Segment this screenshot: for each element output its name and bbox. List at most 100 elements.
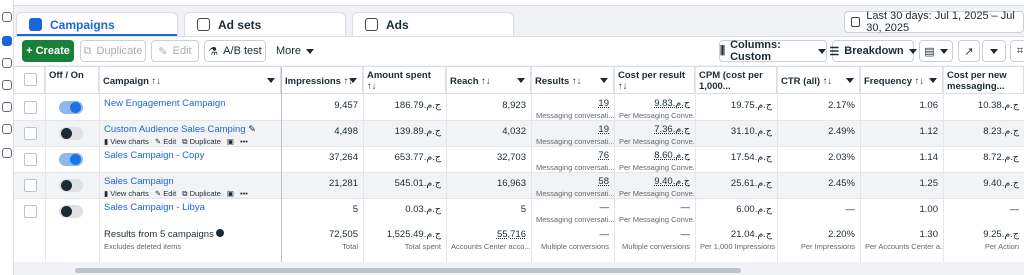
totals-impressions: 72,505 Total xyxy=(281,224,363,258)
row-checkbox[interactable] xyxy=(24,101,37,114)
tab-label: Campaigns xyxy=(50,17,115,32)
row-checkbox[interactable] xyxy=(24,153,37,166)
cpm-value: 31.10ج.م.‏ xyxy=(730,126,772,137)
table-row[interactable]: Custom Audience Sales Camping ✎ ▮ View ch… xyxy=(14,121,1024,147)
export-menu-button[interactable] xyxy=(982,40,1006,62)
campaigns-icon xyxy=(29,18,42,31)
cpm-cell: 6.00ج.م.‏ xyxy=(695,199,777,225)
results-sub: Messaging conversati... xyxy=(536,137,614,146)
campaign-toggle[interactable] xyxy=(59,153,83,166)
header-cpm[interactable]: CPM (cost per 1,000... xyxy=(695,67,777,94)
cpr-value: 9.83ج.م.‏ xyxy=(654,98,690,109)
image-icon[interactable]: ▣ xyxy=(227,189,234,199)
nav-icon[interactable] xyxy=(2,12,12,22)
table-row[interactable]: New Engagement Campaign 9,457 186.79ج.م.‏ 8… xyxy=(14,95,1024,121)
row-checkbox[interactable] xyxy=(24,179,37,192)
duplicate-button[interactable]: ⧉ Duplicate xyxy=(80,40,146,62)
image-icon[interactable]: ▣ xyxy=(227,137,234,147)
more-actions-icon[interactable]: ••• xyxy=(240,189,248,199)
header-results[interactable]: Results ↑↓ xyxy=(531,67,614,94)
header-cost-per-new-messaging[interactable]: Cost per new messaging... xyxy=(943,67,1024,94)
select-all-checkbox[interactable] xyxy=(24,73,37,86)
export-button[interactable]: ↗ xyxy=(958,40,980,62)
view-charts-link[interactable]: ▮ View charts xyxy=(104,137,149,147)
campaign-name-link[interactable]: Sales Campaign - Copy xyxy=(104,150,204,161)
row-checkbox[interactable] xyxy=(24,127,37,140)
frequency-value: 1.00 xyxy=(919,204,939,215)
tab-ad-sets[interactable]: Ad sets xyxy=(184,12,346,36)
results-value: 19 xyxy=(598,98,609,109)
edit-label: Edit xyxy=(163,137,177,146)
table-row[interactable]: Sales Campaign - Copy 37,264 653.77ج.م.‏ 32… xyxy=(14,147,1024,173)
results-value: 19 xyxy=(598,124,609,135)
tab-campaigns[interactable]: Campaigns xyxy=(16,12,178,36)
ctr-value: 2.45% xyxy=(828,178,855,189)
cpm-cell: 19.75ج.م.‏ xyxy=(695,95,777,121)
campaign-name-link[interactable]: Sales Campaign xyxy=(104,176,174,187)
columns-button[interactable]: ⫼ Columns: Custom xyxy=(719,39,827,63)
totals-value: 9.25ج.م.‏ xyxy=(983,229,1019,240)
amount-value: 139.89ج.م.‏ xyxy=(394,126,441,137)
header-impressions[interactable]: Impressions ↑↓ xyxy=(281,67,363,94)
tab-ads[interactable]: Ads xyxy=(352,12,514,36)
edit-link[interactable]: ✎ Edit xyxy=(155,189,176,199)
results-cell: 19 Messaging conversati... xyxy=(531,121,614,147)
view-charts-label: View charts xyxy=(110,137,149,146)
cpm-cell: 25.61ج.م.‏ xyxy=(695,173,777,199)
campaign-name-link[interactable]: Custom Audience Sales Camping xyxy=(104,124,246,135)
table-row[interactable]: Sales Campaign ▮ View charts ✎ Edit ⧉ Dupli… xyxy=(14,173,1024,199)
horizontal-scrollbar[interactable] xyxy=(75,268,741,273)
reports-button[interactable]: ▤ xyxy=(919,40,953,62)
info-icon[interactable] xyxy=(216,229,225,237)
pencil-icon[interactable]: ✎ xyxy=(248,124,256,135)
frequency-cell: 1.12 xyxy=(860,121,943,147)
nav-icon[interactable] xyxy=(2,148,12,158)
header-cost-per-result[interactable]: Cost per result ↑↓ xyxy=(614,67,695,94)
header-onoff[interactable]: Off / On xyxy=(45,67,99,94)
ctr-cell: 2.49% xyxy=(777,121,860,147)
edit-link[interactable]: ✎ Edit xyxy=(155,137,176,147)
level-tabs: Campaigns Ad sets Ads xyxy=(16,12,514,36)
campaign-toggle[interactable] xyxy=(59,205,83,218)
campaigns-nav-icon[interactable] xyxy=(2,36,12,46)
ctr-value: 2.03% xyxy=(828,152,855,163)
ctr-cell: — xyxy=(777,199,860,225)
cpr-value: 8.60ج.م.‏ xyxy=(654,150,690,161)
more-button[interactable]: More xyxy=(272,40,318,62)
cpr-sub: Per Messaging Conve... xyxy=(619,215,695,224)
campaign-name-link[interactable]: Sales Campaign - Libya xyxy=(104,202,205,213)
nav-icon[interactable] xyxy=(2,102,12,112)
more-actions-icon[interactable]: ••• xyxy=(240,137,248,147)
reach-cell: 16,963 xyxy=(446,173,531,199)
chevron-down-icon xyxy=(306,48,315,54)
cpr-sub: Per Messaging Conve... xyxy=(619,137,695,146)
campaign-name-link[interactable]: New Engagement Campaign xyxy=(104,98,225,109)
reach-value: 32,703 xyxy=(496,152,526,163)
ab-test-button[interactable]: ⚗ A/B test xyxy=(204,40,266,62)
create-button[interactable]: + Create xyxy=(22,40,74,62)
header-label: CTR (all) ↑↓ xyxy=(781,76,833,87)
breakdown-button[interactable]: ☰ Breakdown xyxy=(829,40,917,62)
row-checkbox[interactable] xyxy=(24,205,37,218)
campaign-toggle[interactable] xyxy=(59,101,83,114)
totals-value: — xyxy=(680,229,691,240)
nav-icon[interactable] xyxy=(2,80,12,90)
nav-icon[interactable] xyxy=(2,124,12,134)
col-divider xyxy=(531,67,532,262)
edit-button[interactable]: ✎ Edit xyxy=(151,40,199,62)
date-range-picker[interactable]: Last 30 days: Jul 1, 2025 – Jul 30, 2025 xyxy=(844,10,1024,34)
header-ctr[interactable]: CTR (all) ↑↓ xyxy=(777,67,860,94)
nav-icon[interactable] xyxy=(2,58,12,68)
campaign-toggle[interactable] xyxy=(59,179,83,192)
edit-label: Edit xyxy=(172,45,192,57)
duplicate-link[interactable]: ⧉ Duplicate xyxy=(182,137,221,147)
header-campaign[interactable]: Campaign ↑↓ xyxy=(99,67,281,94)
chart-button[interactable]: ⌗ xyxy=(1010,40,1024,62)
view-charts-link[interactable]: ▮ View charts xyxy=(104,189,149,199)
header-reach[interactable]: Reach ↑↓ xyxy=(446,67,531,94)
header-amount-spent[interactable]: Amount spent ↑↓ xyxy=(363,67,446,94)
table-row[interactable]: Sales Campaign - Libya 5 0.03ج.م.‏ 5 — Messag… xyxy=(14,199,1024,225)
duplicate-link[interactable]: ⧉ Duplicate xyxy=(182,189,221,199)
header-frequency[interactable]: Frequency ↑↓ xyxy=(860,67,943,94)
campaign-toggle[interactable] xyxy=(59,127,83,140)
